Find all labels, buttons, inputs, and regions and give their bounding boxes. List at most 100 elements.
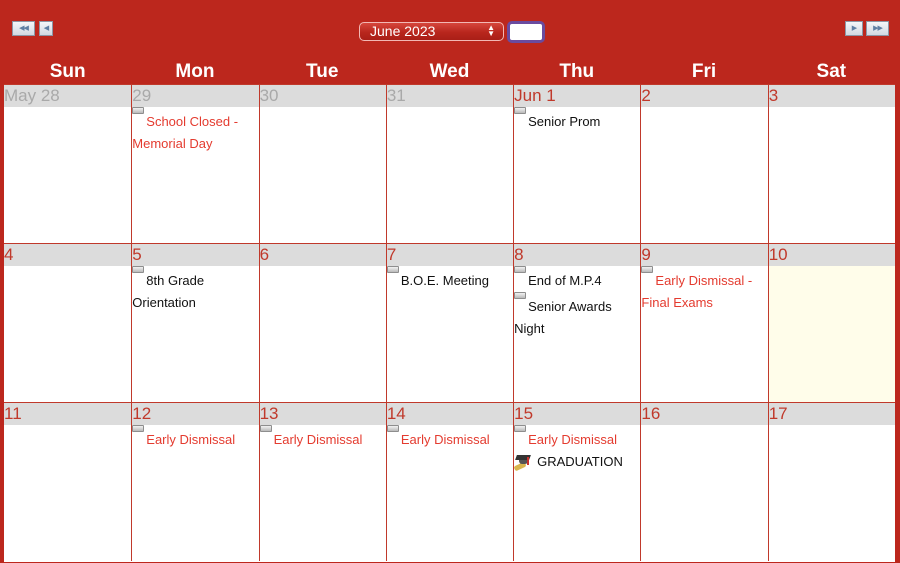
day-number[interactable]: 16 [641, 403, 768, 425]
day-number[interactable]: 31 [386, 85, 514, 107]
dow-sat: Sat [816, 61, 847, 82]
day-events: Early Dismissal [386, 425, 513, 451]
dow-thu: Thu [559, 61, 595, 82]
event-checkbox-icon [514, 292, 527, 299]
calendar-grid: May 28 29 School Closed - Memorial Day 30 31… [4, 84, 895, 562]
calendar-day[interactable]: 14 Early Dismissal [385, 403, 514, 561]
day-number[interactable]: 5 [132, 244, 259, 266]
double-chevron-left-icon: ◀◀ [19, 25, 29, 32]
prev-year-button[interactable]: ◀◀ [12, 21, 35, 36]
calendar-event[interactable]: Early Dismissal [132, 425, 258, 451]
day-number[interactable]: 13 [259, 403, 386, 425]
event-title: School Closed - Memorial Day [132, 114, 239, 151]
event-title: Early Dismissal [528, 432, 617, 447]
select-arrows-icon: ▲ ▼ [487, 23, 495, 38]
day-number[interactable]: 6 [259, 244, 386, 266]
day-number[interactable]: 11 [4, 403, 132, 425]
calendar-event[interactable]: Early Dismissal - Final Exams [641, 266, 767, 314]
month-select-value: June 2023 [370, 23, 436, 39]
calendar-day[interactable]: 16 [640, 403, 768, 561]
calendar-day[interactable]: 29 School Closed - Memorial Day [131, 85, 259, 243]
month-select[interactable]: June 2023 ▲ ▼ [359, 22, 504, 41]
day-number[interactable]: 3 [768, 85, 895, 107]
day-number[interactable]: 4 [4, 244, 132, 266]
event-title: Early Dismissal [400, 432, 490, 447]
event-checkbox-icon [514, 266, 527, 273]
day-events: Early Dismissal [132, 425, 258, 451]
dow-sun: Sun [49, 61, 86, 82]
day-number[interactable]: 15 [514, 403, 641, 425]
calendar-day[interactable]: 2 [640, 85, 768, 243]
calendar-day[interactable]: 8 End of M.P.4 Senior Awards Night [513, 244, 641, 402]
calendar-day[interactable]: 13 Early Dismissal [258, 403, 386, 561]
calendar-event[interactable]: B.O.E. Meeting [386, 266, 513, 292]
calendar-event[interactable]: School Closed - Memorial Day [132, 107, 258, 155]
calendar-event[interactable]: Senior Awards Night [514, 292, 640, 340]
day-events: End of M.P.4 Senior Awards Night [514, 266, 640, 340]
event-title: Early Dismissal [146, 432, 236, 447]
calendar-day[interactable]: May 28 [4, 85, 132, 243]
calendar-day[interactable]: 31 [385, 85, 514, 243]
calendar-day[interactable]: 17 [767, 403, 895, 561]
day-events: Early Dismissal [259, 425, 386, 451]
next-month-button[interactable]: ▶ [845, 21, 863, 36]
dow-tue: Tue [306, 61, 339, 82]
calendar-day[interactable]: 11 [4, 403, 132, 561]
day-of-week-header: Sun Mon Tue Wed Thu Fri Sat [4, 58, 895, 83]
go-input[interactable] [507, 21, 545, 43]
calendar-day[interactable]: 4 [4, 244, 132, 402]
calendar-event[interactable]: Early Dismissal [514, 425, 640, 451]
calendar-day[interactable]: 7 B.O.E. Meeting [385, 244, 514, 402]
event-checkbox-icon [259, 425, 272, 432]
day-number[interactable]: 7 [386, 244, 514, 266]
day-number[interactable]: 9 [641, 244, 768, 266]
calendar-day[interactable]: 9 Early Dismissal - Final Exams [640, 244, 768, 402]
event-title: Early Dismissal - Final Exams [641, 273, 753, 310]
calendar-event[interactable]: Senior Prom [514, 107, 640, 133]
calendar-event[interactable]: GRADUATION [514, 451, 640, 473]
day-number[interactable]: 8 [514, 244, 641, 266]
day-number[interactable]: May 28 [4, 85, 132, 107]
graduation-cap-icon [514, 454, 532, 472]
event-checkbox-icon [132, 425, 145, 432]
calendar-day[interactable]: 10 [767, 244, 895, 402]
calendar-day[interactable]: 3 [767, 85, 895, 243]
day-number[interactable]: 14 [386, 403, 514, 425]
calendar-day[interactable]: 5 8th Grade Orientation [131, 244, 259, 402]
next-year-button[interactable]: ▶▶ [866, 21, 889, 36]
event-title: Early Dismissal [273, 432, 363, 447]
calendar-event[interactable]: End of M.P.4 [514, 266, 640, 292]
calendar-day[interactable]: 15 Early Dismissal GRADUATION [513, 403, 641, 561]
day-number[interactable]: 12 [132, 403, 259, 425]
day-number[interactable]: 30 [259, 85, 386, 107]
day-number[interactable]: 2 [641, 85, 768, 107]
calendar-day[interactable]: 30 [258, 85, 386, 243]
chevron-right-icon: ▶ [851, 25, 857, 32]
calendar-toolbar: ◀◀ ◀ June 2023 ▲ ▼ ▶ ▶▶ [0, 0, 900, 58]
calendar-event[interactable]: Early Dismissal [259, 425, 386, 451]
calendar-event[interactable]: Early Dismissal [386, 425, 513, 451]
event-title: Senior Prom [528, 114, 601, 129]
calendar-event[interactable]: 8th Grade Orientation [132, 266, 258, 314]
day-number[interactable]: Jun 1 [514, 85, 641, 107]
calendar-week: 4 5 8th Grade Orientation 6 7 B.O.E. Meeting 8… [4, 243, 895, 402]
calendar: ◀◀ ◀ June 2023 ▲ ▼ ▶ ▶▶ Sun Mon Tue Wed T… [0, 0, 900, 563]
event-checkbox-icon [641, 266, 654, 273]
day-events: Early Dismissal GRADUATION [514, 425, 640, 473]
event-title: 8th Grade Orientation [132, 273, 205, 310]
event-checkbox-icon [514, 425, 527, 432]
day-number[interactable]: 17 [768, 403, 895, 425]
event-checkbox-icon [386, 425, 399, 432]
dow-wed: Wed [429, 61, 470, 82]
prev-month-button[interactable]: ◀ [39, 21, 53, 36]
calendar-day[interactable]: Jun 1 Senior Prom [513, 85, 641, 243]
calendar-day[interactable]: 12 Early Dismissal [131, 403, 259, 561]
day-number[interactable]: 29 [132, 85, 259, 107]
event-title: GRADUATION [537, 454, 623, 469]
calendar-day[interactable]: 6 [258, 244, 386, 402]
event-checkbox-icon [132, 107, 145, 114]
chevron-left-icon: ◀ [43, 25, 49, 32]
day-events: 8th Grade Orientation [132, 266, 258, 314]
event-checkbox-icon [386, 266, 399, 273]
day-number[interactable]: 10 [768, 244, 895, 266]
